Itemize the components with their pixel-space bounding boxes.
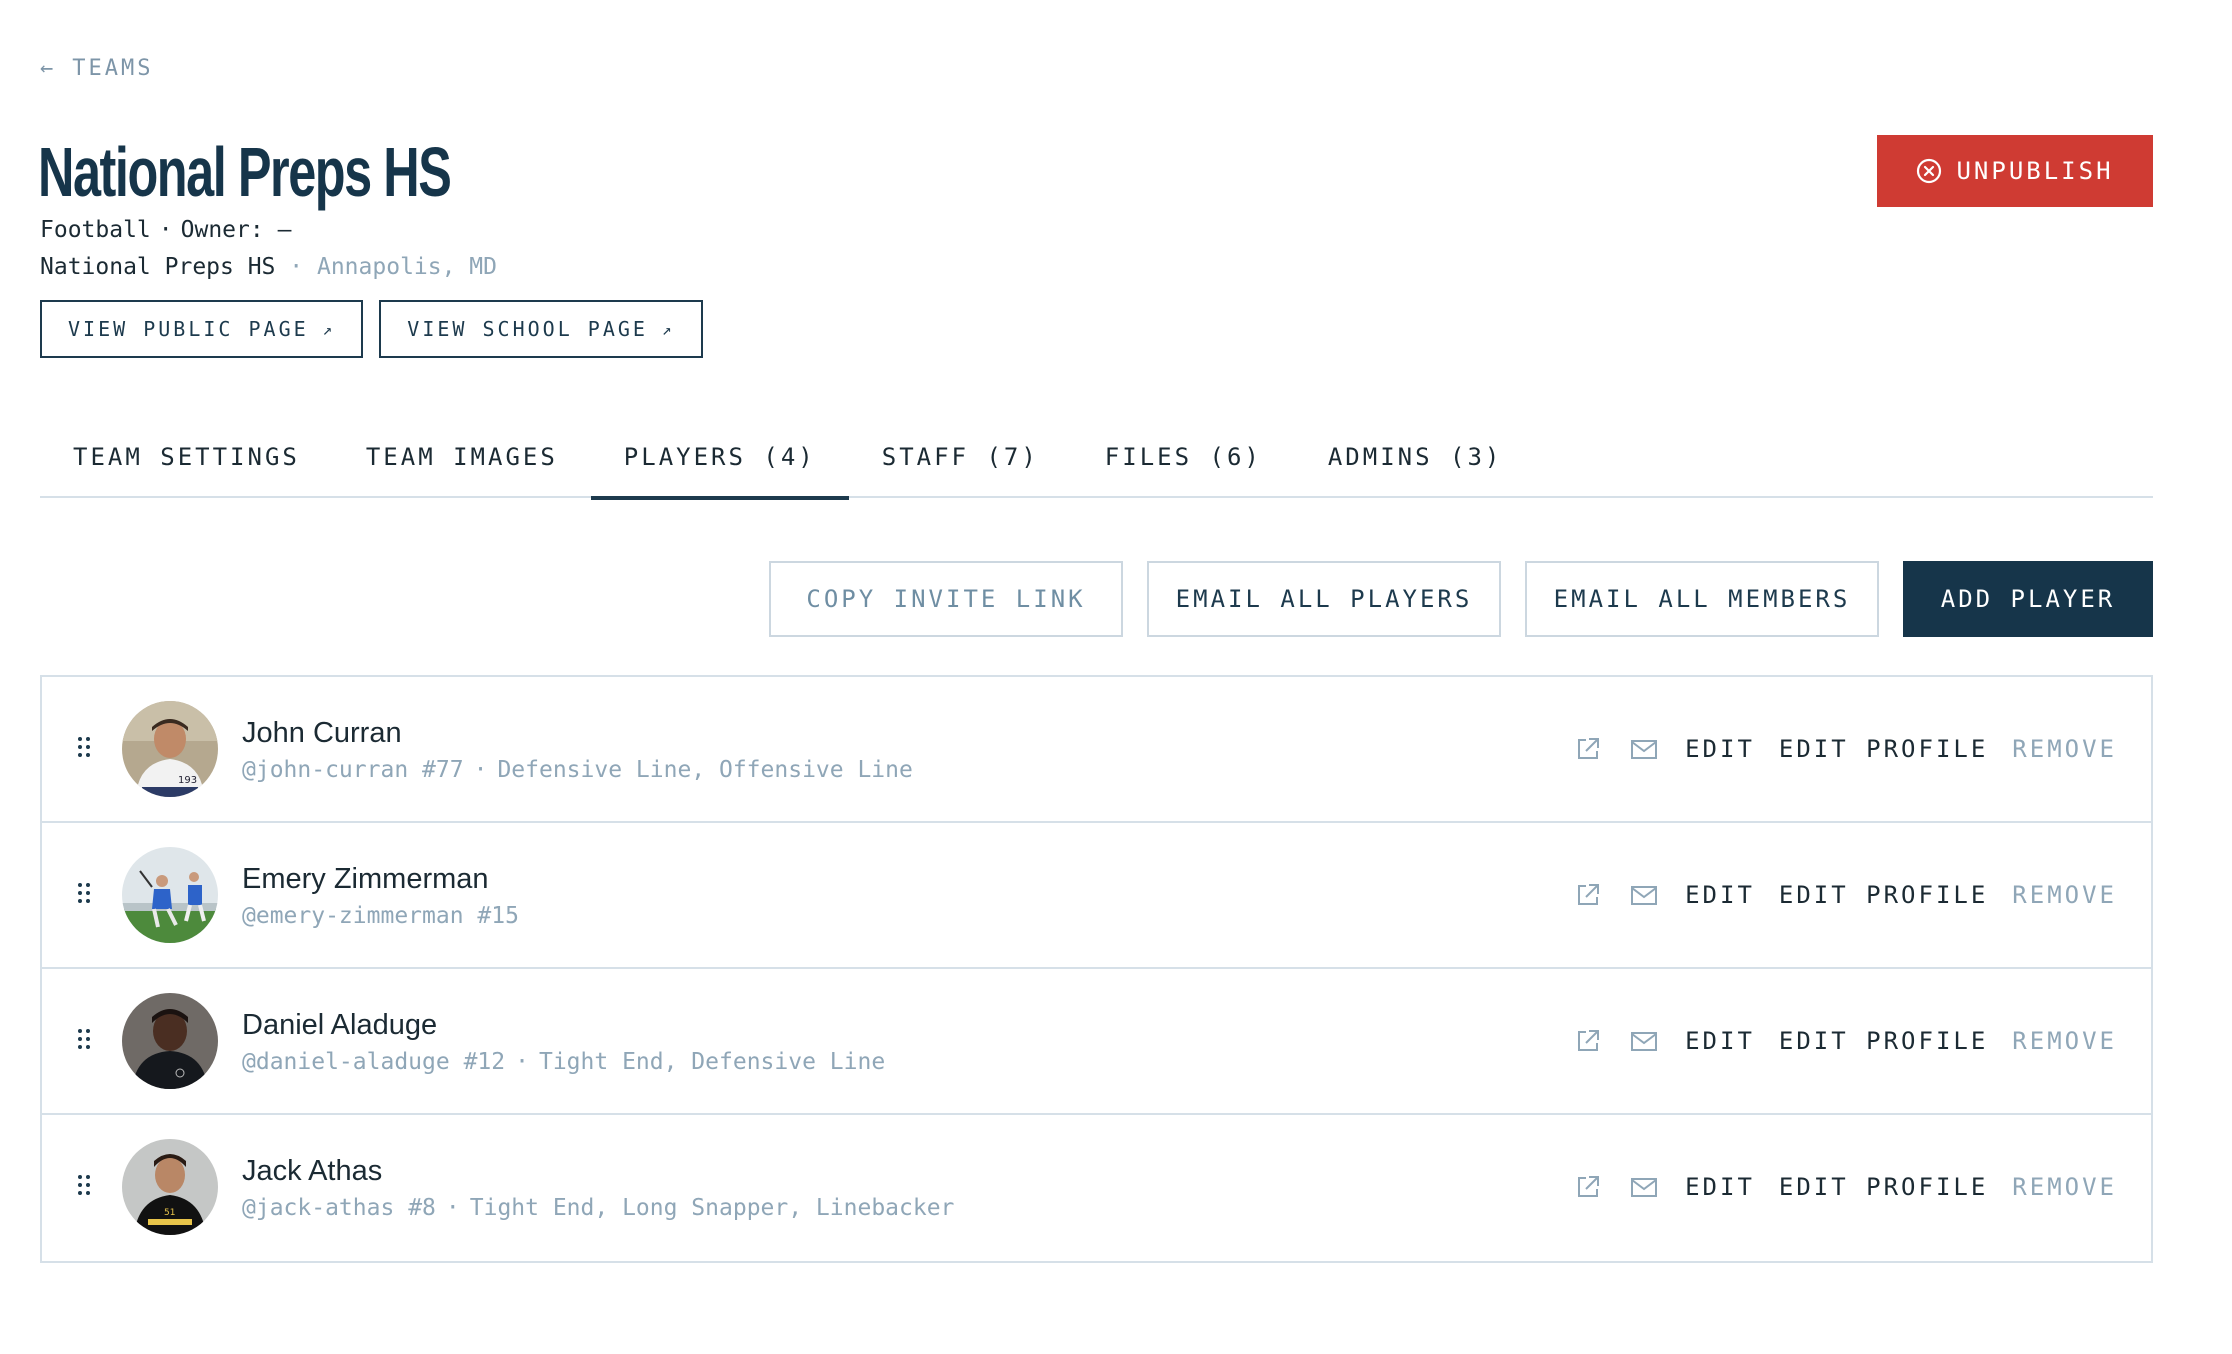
player-positions: Tight End, Long Snapper, Linebacker	[469, 1195, 955, 1221]
view-public-page-label: VIEW PUBLIC PAGE	[68, 317, 309, 341]
remove-button[interactable]: REMOVE	[2012, 735, 2117, 763]
owner-label: Owner:	[180, 217, 264, 243]
meta-separator: ·	[473, 757, 488, 783]
unpublish-button[interactable]: UNPUBLISH	[1877, 135, 2153, 207]
external-arrow-icon: ↗	[661, 319, 675, 339]
email-all-players-button[interactable]: EMAIL ALL PLAYERS	[1147, 561, 1501, 637]
avatar: 51	[122, 1139, 218, 1235]
player-positions: Tight End, Defensive Line	[538, 1049, 886, 1075]
external-link-icon[interactable]	[1573, 1026, 1603, 1056]
team-location: Annapolis, MD	[316, 254, 497, 280]
edit-button[interactable]: EDIT	[1685, 1027, 1755, 1055]
players-list: 193 John Curran @john-curran #77 · Defensi…	[40, 675, 2153, 1263]
unpublish-label: UNPUBLISH	[1956, 157, 2114, 185]
avatar	[122, 847, 218, 943]
list-item: Emery Zimmerman @emery-zimmerman #15 EDI…	[42, 823, 2151, 969]
svg-text:51: 51	[164, 1208, 175, 1218]
team-meta-line: Football · Owner: —	[40, 217, 291, 243]
add-player-button[interactable]: ADD PLAYER	[1903, 561, 2153, 637]
mail-icon[interactable]	[1629, 880, 1659, 910]
close-circle-icon	[1917, 158, 1942, 184]
tab-admins[interactable]: ADMINS (3)	[1295, 416, 1536, 498]
external-link-icon[interactable]	[1573, 734, 1603, 764]
player-number: #77	[422, 757, 464, 783]
edit-profile-button[interactable]: EDIT PROFILE	[1779, 881, 1988, 909]
back-to-teams-link[interactable]: ← TEAMS	[40, 56, 153, 81]
view-school-page-button[interactable]: VIEW SCHOOL PAGE ↗	[379, 300, 703, 358]
player-name[interactable]: Emery Zimmerman	[242, 863, 489, 896]
page-title: National Preps HS	[38, 133, 452, 211]
team-sport: Football	[40, 217, 151, 243]
meta-separator: ·	[158, 217, 173, 243]
team-school-line: National Preps HS · Annapolis, MD	[40, 254, 497, 280]
player-details: @daniel-aladuge #12 · Tight End, Defensive…	[242, 1049, 885, 1075]
svg-text:193: 193	[178, 775, 197, 786]
edit-profile-button[interactable]: EDIT PROFILE	[1779, 1173, 1988, 1201]
list-item: Daniel Aladuge @daniel-aladuge #12 · Tight…	[42, 969, 2151, 1115]
edit-profile-button[interactable]: EDIT PROFILE	[1779, 735, 1988, 763]
player-handle: @john-curran	[242, 757, 409, 783]
copy-invite-link-button[interactable]: COPY INVITE LINK	[769, 561, 1123, 637]
email-all-members-button[interactable]: EMAIL ALL MEMBERS	[1525, 561, 1879, 637]
view-public-page-button[interactable]: VIEW PUBLIC PAGE ↗	[40, 300, 364, 358]
player-name[interactable]: Daniel Aladuge	[242, 1009, 437, 1042]
avatar	[122, 993, 218, 1089]
drag-handle-icon[interactable]	[78, 883, 92, 905]
remove-button[interactable]: REMOVE	[2012, 881, 2117, 909]
mail-icon[interactable]	[1629, 1026, 1659, 1056]
player-positions: Defensive Line, Offensive Line	[497, 757, 913, 783]
list-item: 51 Jack Athas @jack-athas #8 · Tight End, …	[42, 1115, 2151, 1261]
mail-icon[interactable]	[1629, 734, 1659, 764]
player-details: @john-curran #77 · Defensive Line, Offensi…	[242, 757, 913, 783]
team-tabs: TEAM SETTINGS TEAM IMAGES PLAYERS (4) ST…	[40, 416, 2153, 500]
meta-separator: ·	[515, 1049, 529, 1075]
tab-files[interactable]: FILES (6)	[1072, 416, 1295, 498]
mail-icon[interactable]	[1629, 1172, 1659, 1202]
external-arrow-icon: ↗	[322, 319, 336, 339]
remove-button[interactable]: REMOVE	[2012, 1173, 2117, 1201]
tab-team-images[interactable]: TEAM IMAGES	[333, 416, 591, 498]
drag-handle-icon[interactable]	[78, 1175, 92, 1197]
owner-value: —	[277, 217, 292, 243]
back-arrow-icon: ←	[40, 56, 57, 81]
edit-button[interactable]: EDIT	[1685, 1173, 1755, 1201]
avatar: 193	[122, 701, 218, 797]
meta-separator: ·	[445, 1195, 460, 1221]
player-number: #12	[463, 1049, 506, 1075]
external-link-icon[interactable]	[1573, 1172, 1603, 1202]
edit-button[interactable]: EDIT	[1685, 735, 1755, 763]
view-school-page-label: VIEW SCHOOL PAGE	[407, 317, 648, 341]
edit-button[interactable]: EDIT	[1685, 881, 1755, 909]
player-details: @emery-zimmerman #15	[242, 903, 519, 929]
player-handle: @jack-athas	[242, 1195, 395, 1221]
player-handle: @emery-zimmerman	[242, 903, 464, 929]
back-link-label: TEAMS	[72, 56, 154, 81]
edit-profile-button[interactable]: EDIT PROFILE	[1779, 1027, 1988, 1055]
drag-handle-icon[interactable]	[78, 1029, 92, 1051]
remove-button[interactable]: REMOVE	[2012, 1027, 2117, 1055]
list-item: 193 John Curran @john-curran #77 · Defensi…	[42, 677, 2151, 823]
team-school: National Preps HS	[40, 254, 276, 280]
player-handle: @daniel-aladuge	[242, 1049, 450, 1075]
tab-staff[interactable]: STAFF (7)	[849, 416, 1072, 498]
drag-handle-icon[interactable]	[78, 737, 92, 759]
player-name[interactable]: John Curran	[242, 717, 402, 750]
player-number: #8	[408, 1195, 436, 1221]
tab-team-settings[interactable]: TEAM SETTINGS	[40, 416, 333, 498]
tab-players[interactable]: PLAYERS (4)	[590, 416, 849, 500]
player-number: #15	[477, 903, 519, 929]
meta-separator: ·	[289, 254, 304, 280]
player-details: @jack-athas #8 · Tight End, Long Snapper, …	[242, 1195, 954, 1221]
player-name[interactable]: Jack Athas	[242, 1155, 382, 1188]
external-link-icon[interactable]	[1573, 880, 1603, 910]
